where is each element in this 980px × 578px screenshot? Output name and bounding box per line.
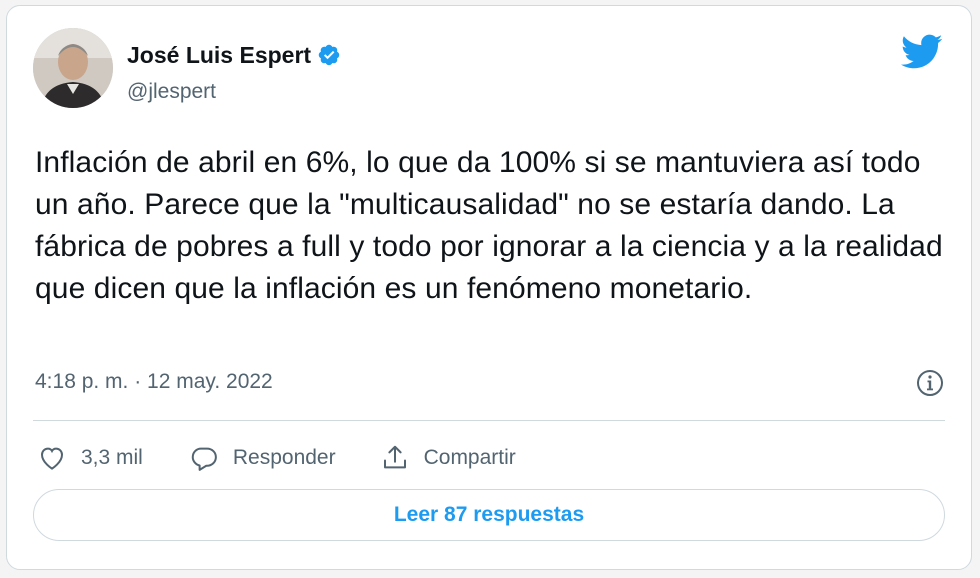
action-bar: 3,3 mil Responder Compartir <box>37 438 516 478</box>
like-count: 3,3 mil <box>81 446 143 469</box>
verified-badge-icon <box>318 44 340 66</box>
twitter-bird-icon[interactable] <box>901 34 943 70</box>
share-icon <box>383 445 406 469</box>
reply-button[interactable]: Responder <box>189 443 336 473</box>
divider <box>33 420 945 421</box>
author-name[interactable]: José Luis Espert <box>127 42 311 69</box>
avatar[interactable] <box>33 28 113 108</box>
info-icon[interactable] <box>915 368 945 398</box>
read-replies-label: Leer 87 respuestas <box>393 503 585 526</box>
tweet-timestamp[interactable]: 4:18 p. m. · 12 may. 2022 <box>35 370 273 394</box>
share-label: Compartir <box>423 446 516 469</box>
tweet-text: Inflación de abril en 6%, lo que da 100%… <box>35 146 943 305</box>
read-replies-button[interactable]: Leer 87 respuestas <box>33 489 945 541</box>
avatar-photo <box>33 28 113 108</box>
author-name-row[interactable]: José Luis Espert <box>127 40 341 70</box>
share-button[interactable]: Compartir <box>380 443 516 473</box>
heart-icon <box>40 447 64 470</box>
reply-bubble-icon <box>191 447 217 471</box>
tweet-card: José Luis Espert @jlespert Inflación de … <box>6 5 972 570</box>
reply-label: Responder <box>232 446 336 469</box>
like-button[interactable]: 3,3 mil <box>37 443 143 473</box>
author-handle[interactable]: @jlespert <box>127 80 216 104</box>
